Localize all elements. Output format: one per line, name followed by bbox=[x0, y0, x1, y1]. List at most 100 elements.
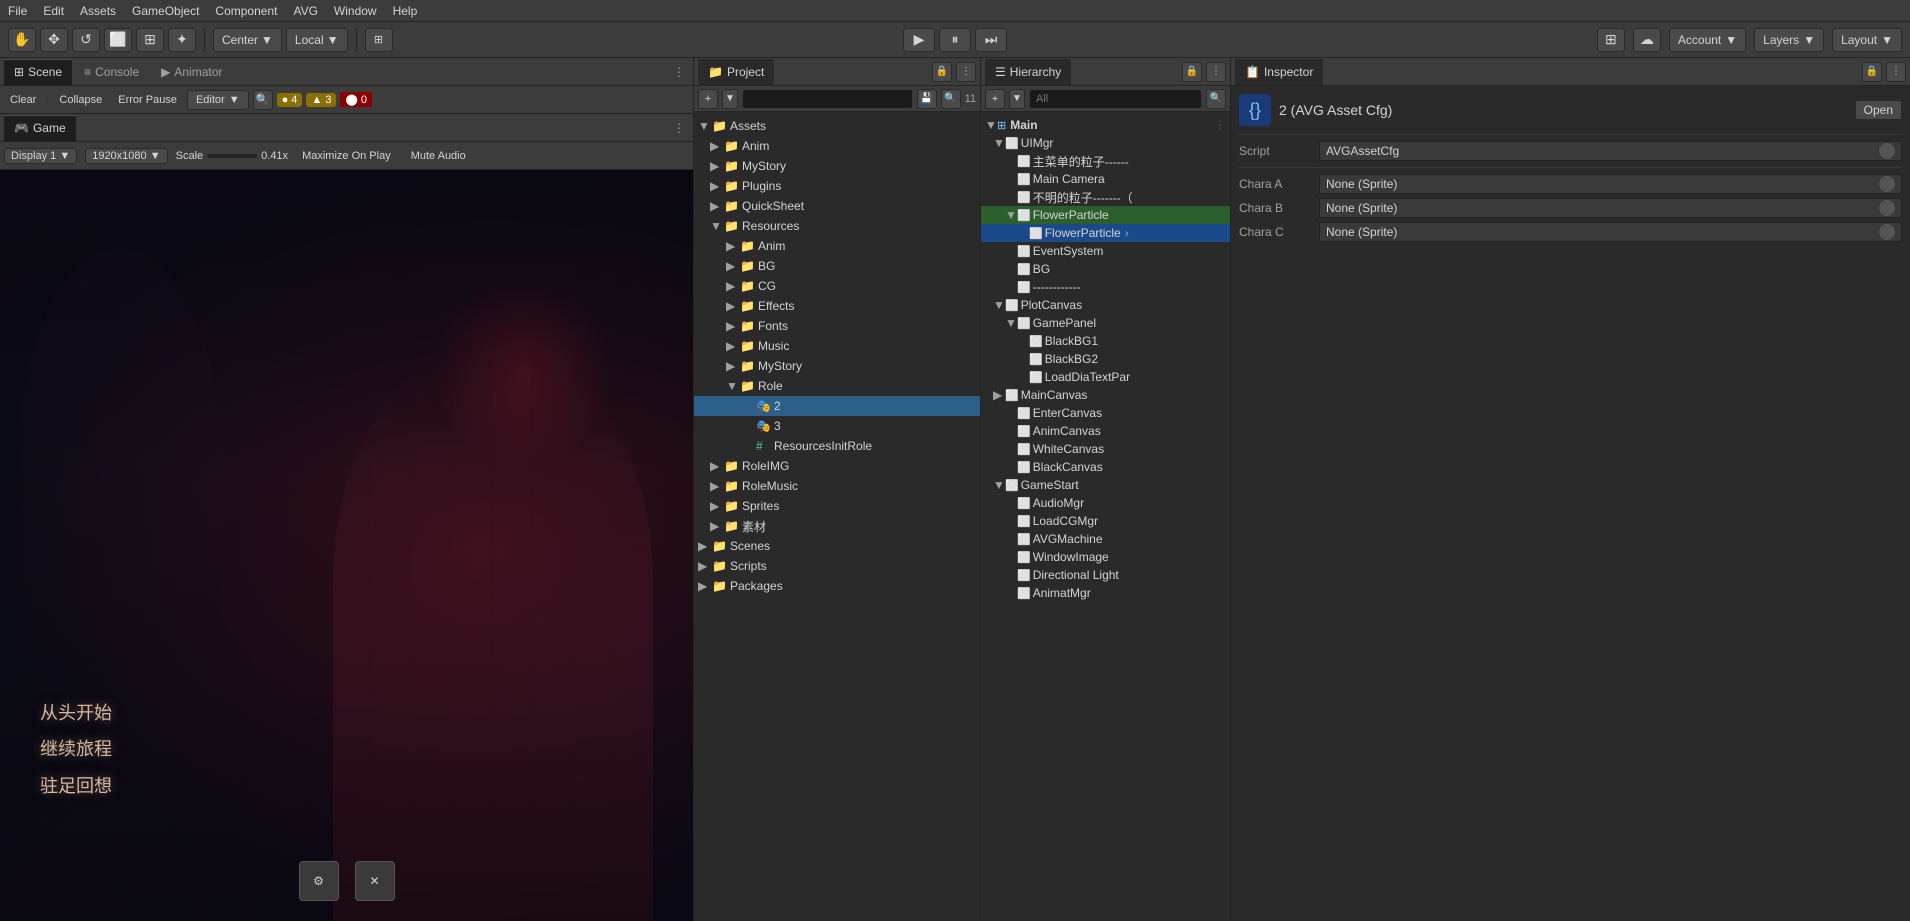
collapse-button[interactable]: Collapse bbox=[53, 92, 108, 108]
hier-whitecanvas[interactable]: ⬜ WhiteCanvas bbox=[981, 440, 1230, 458]
maximize-on-play-button[interactable]: Maximize On Play bbox=[296, 148, 397, 164]
hier-loadcgmgr[interactable]: ⬜ LoadCGMgr bbox=[981, 512, 1230, 530]
scale-slider[interactable] bbox=[207, 154, 257, 158]
hier-scene-main[interactable]: ▼ ⊞ Main ⋮ bbox=[981, 116, 1230, 134]
inspector-more-icon[interactable]: ⋮ bbox=[1886, 62, 1906, 82]
tab-console[interactable]: ≡ Console bbox=[74, 59, 149, 85]
error-pause-button[interactable]: Error Pause bbox=[112, 92, 183, 108]
grid-icon-btn[interactable]: ⊞ bbox=[365, 28, 393, 52]
hier-plotcanvas[interactable]: ▼ ⬜ PlotCanvas bbox=[981, 296, 1230, 314]
tree-quicksheet[interactable]: ▶ 📁 QuickSheet bbox=[694, 196, 980, 216]
menu-window[interactable]: Window bbox=[334, 4, 377, 18]
tool-scale[interactable]: ⬜ bbox=[104, 28, 132, 52]
script-selector-icon[interactable] bbox=[1879, 143, 1895, 159]
menu-avg[interactable]: AVG bbox=[293, 4, 317, 18]
hierarchy-lock-icon[interactable]: 🔒 bbox=[1182, 62, 1202, 82]
tree-sprites[interactable]: ▶ 📁 Sprites bbox=[694, 496, 980, 516]
resolution-dropdown[interactable]: 1920x1080 ▼ bbox=[85, 148, 167, 164]
chara-a-value-field[interactable]: None (Sprite) bbox=[1319, 174, 1902, 194]
tree-plugins[interactable]: ▶ 📁 Plugins bbox=[694, 176, 980, 196]
chara-c-value-field[interactable]: None (Sprite) bbox=[1319, 222, 1902, 242]
hier-audiomgr[interactable]: ⬜ AudioMgr bbox=[981, 494, 1230, 512]
hierarchy-chevron[interactable]: ▼ bbox=[1009, 89, 1025, 109]
project-search-input[interactable] bbox=[742, 89, 913, 109]
tree-asset-2[interactable]: 🎭 2 bbox=[694, 396, 980, 416]
tree-assets[interactable]: ▼ 📁 Assets bbox=[694, 116, 980, 136]
chara-c-selector-icon[interactable] bbox=[1879, 224, 1895, 240]
collab-icon[interactable]: ⊞ bbox=[1597, 28, 1625, 52]
tree-roleimg[interactable]: ▶ 📁 RoleIMG bbox=[694, 456, 980, 476]
chara-b-value-field[interactable]: None (Sprite) bbox=[1319, 198, 1902, 218]
open-button[interactable]: Open bbox=[1855, 100, 1902, 120]
tree-res-mystory[interactable]: ▶ 📁 MyStory bbox=[694, 356, 980, 376]
project-more-icon[interactable]: ⋮ bbox=[956, 62, 976, 82]
clear-button[interactable]: Clear bbox=[4, 92, 42, 108]
hier-gamestart[interactable]: ▼ ⬜ GameStart bbox=[981, 476, 1230, 494]
search-scene-icon[interactable]: 🔍 bbox=[253, 90, 273, 110]
tree-packages[interactable]: ▶ 📁 Packages bbox=[694, 576, 980, 596]
close-icon-btn[interactable]: ✕ bbox=[355, 861, 395, 901]
hier-gamepanel[interactable]: ▼ ⬜ GamePanel bbox=[981, 314, 1230, 332]
hier-maincanvas[interactable]: ▶ ⬜ MainCanvas bbox=[981, 386, 1230, 404]
add-project-btn[interactable]: + bbox=[698, 89, 718, 109]
menu-edit[interactable]: Edit bbox=[43, 4, 64, 18]
hier-main-camera[interactable]: ⬜ Main Camera bbox=[981, 170, 1230, 188]
tree-res-anim[interactable]: ▶ 📁 Anim bbox=[694, 236, 980, 256]
tab-scene[interactable]: ⊞ Scene bbox=[4, 59, 72, 85]
play-button[interactable]: ▶ bbox=[903, 28, 935, 52]
hierarchy-more-icon[interactable]: ⋮ bbox=[1206, 62, 1226, 82]
hier-particle-unknown[interactable]: ⬜ 不明的粒子-------（ bbox=[981, 188, 1230, 206]
step-button[interactable]: ⏭ bbox=[975, 28, 1007, 52]
project-chevron[interactable]: ▼ bbox=[722, 89, 738, 109]
script-value-field[interactable]: AVGAssetCfg bbox=[1319, 141, 1902, 161]
tree-res-cg[interactable]: ▶ 📁 CG bbox=[694, 276, 980, 296]
filter-icon[interactable]: 🔍 bbox=[941, 89, 961, 109]
menu-gameobject[interactable]: GameObject bbox=[132, 4, 199, 18]
pause-button[interactable]: ⏸ bbox=[939, 28, 971, 52]
hier-blackbg1[interactable]: ⬜ BlackBG1 bbox=[981, 332, 1230, 350]
tree-res-fonts[interactable]: ▶ 📁 Fonts bbox=[694, 316, 980, 336]
tool-move[interactable]: ✥ bbox=[40, 28, 68, 52]
tree-mystory[interactable]: ▶ 📁 MyStory bbox=[694, 156, 980, 176]
chara-a-selector-icon[interactable] bbox=[1879, 176, 1895, 192]
inspector-lock-icon[interactable]: 🔒 bbox=[1862, 62, 1882, 82]
save-icon[interactable]: 💾 bbox=[917, 89, 937, 109]
tree-anim[interactable]: ▶ 📁 Anim bbox=[694, 136, 980, 156]
settings-icon-btn[interactable]: ⚙ bbox=[299, 861, 339, 901]
menu-help[interactable]: Help bbox=[393, 4, 418, 18]
hier-avgmachine[interactable]: ⬜ AVGMachine bbox=[981, 530, 1230, 548]
layers-button[interactable]: Layers ▼ bbox=[1754, 28, 1824, 52]
center-button[interactable]: Center ▼ bbox=[213, 28, 282, 52]
hier-blackcanvas[interactable]: ⬜ BlackCanvas bbox=[981, 458, 1230, 476]
tree-asset-3[interactable]: 🎭 3 bbox=[694, 416, 980, 436]
hier-bg[interactable]: ⬜ BG bbox=[981, 260, 1230, 278]
cloud-icon[interactable]: ☁ bbox=[1633, 28, 1661, 52]
hier-animcanvas[interactable]: ⬜ AnimCanvas bbox=[981, 422, 1230, 440]
hier-flower-particle-child[interactable]: ⬜ FlowerParticle › bbox=[981, 224, 1230, 242]
local-button[interactable]: Local ▼ bbox=[286, 28, 348, 52]
add-hierarchy-btn[interactable]: + bbox=[985, 89, 1005, 109]
tool-rect[interactable]: ⊞ bbox=[136, 28, 164, 52]
hier-particle-main[interactable]: ⬜ 主菜单的粒子------ bbox=[981, 152, 1230, 170]
tree-res-role[interactable]: ▼ 📁 Role bbox=[694, 376, 980, 396]
editor-dropdown[interactable]: Editor ▼ bbox=[187, 90, 249, 110]
tab-game[interactable]: 🎮 Game bbox=[4, 115, 76, 141]
tree-rolemusic[interactable]: ▶ 📁 RoleMusic bbox=[694, 476, 980, 496]
menu-assets[interactable]: Assets bbox=[80, 4, 116, 18]
tree-res-bg[interactable]: ▶ 📁 BG bbox=[694, 256, 980, 276]
tool-hand[interactable]: ✋ bbox=[8, 28, 36, 52]
hierarchy-search-icon[interactable]: 🔍 bbox=[1206, 89, 1226, 109]
hier-loaddiaxpar[interactable]: ⬜ LoadDiaTextPar bbox=[981, 368, 1230, 386]
tab-project[interactable]: 📁 Project bbox=[698, 59, 774, 85]
hier-animatmgr[interactable]: ⬜ AnimatMgr bbox=[981, 584, 1230, 602]
menu-file[interactable]: File bbox=[8, 4, 27, 18]
hier-blackbg2[interactable]: ⬜ BlackBG2 bbox=[981, 350, 1230, 368]
scene-more-icon[interactable]: ⋮ bbox=[1214, 118, 1226, 132]
tree-res-init-role[interactable]: # ResourcesInitRole bbox=[694, 436, 980, 456]
hier-directional-light[interactable]: ⬜ Directional Light bbox=[981, 566, 1230, 584]
tool-rotate[interactable]: ↺ bbox=[72, 28, 100, 52]
layout-button[interactable]: Layout ▼ bbox=[1832, 28, 1902, 52]
hier-eventsystem[interactable]: ⬜ EventSystem bbox=[981, 242, 1230, 260]
mute-audio-button[interactable]: Mute Audio bbox=[405, 148, 472, 164]
account-button[interactable]: Account ▼ bbox=[1669, 28, 1746, 52]
